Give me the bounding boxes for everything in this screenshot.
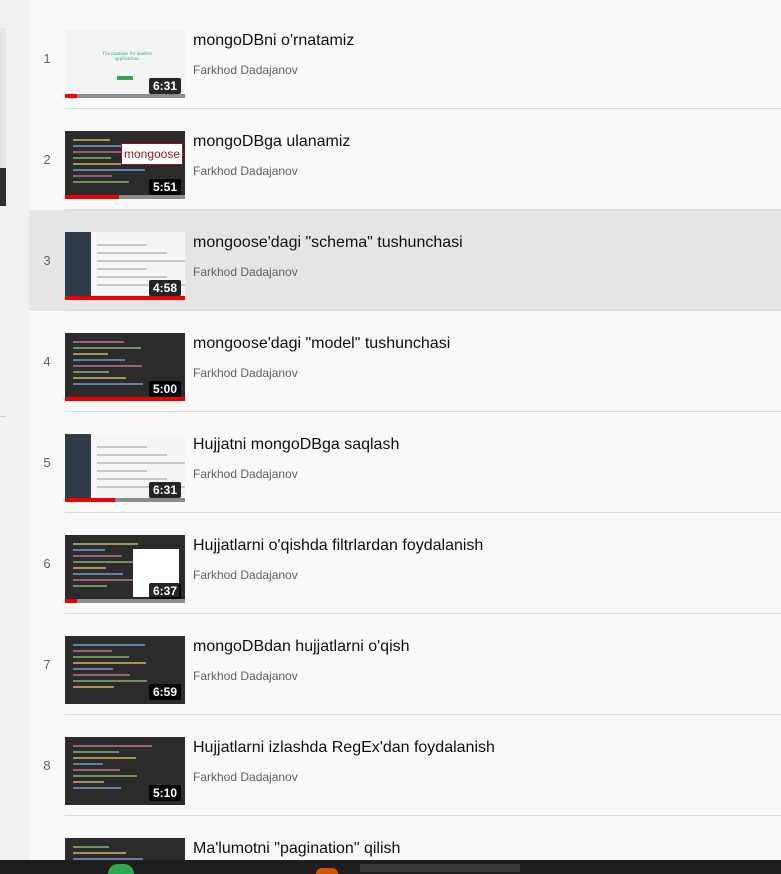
taskbar-app-icon[interactable]: [108, 864, 134, 874]
playlist-item[interactable]: 1 The database for modern applications 6:3…: [29, 8, 781, 109]
video-title[interactable]: Hujjatlarni izlashda RegEx'dan foydalani…: [193, 739, 495, 757]
video-thumbnail[interactable]: 6:37: [65, 535, 185, 603]
video-channel[interactable]: Farkhod Dadajanov: [193, 669, 298, 683]
video-thumbnail[interactable]: 5:10: [65, 737, 185, 805]
playlist-item[interactable]: 6 6:37 Hujjatlarni o'qishda filtrlardan fo…: [29, 513, 781, 614]
playlist-item[interactable]: 4 5:00 mongoose'dagi "model" tushunchasi Fa…: [29, 311, 781, 412]
taskbar-items[interactable]: [360, 864, 520, 872]
thumbnail-sidebar: [65, 434, 91, 502]
playlist-item-index: 5: [43, 455, 51, 470]
playlist-item[interactable]: 3 4:58 mongoose'dagi "schema" tushunchasi F…: [29, 210, 781, 311]
playlist-item-index: 1: [43, 51, 51, 66]
video-title[interactable]: Hujjatlarni o'qishda filtrlardan foydala…: [193, 537, 483, 555]
playlist-item-index: 6: [43, 556, 51, 571]
video-thumbnail[interactable]: 6:59: [65, 636, 185, 704]
video-duration: 5:00: [148, 381, 181, 397]
video-duration: 5:10: [148, 785, 181, 801]
video-channel[interactable]: Farkhod Dadajanov: [193, 366, 298, 380]
watch-progress-bar: [65, 397, 185, 401]
video-thumbnail[interactable]: 6:31: [65, 434, 185, 502]
video-duration: 6:31: [148, 78, 181, 94]
video-title[interactable]: mongoDBga ulanamiz: [193, 133, 350, 151]
video-channel[interactable]: Farkhod Dadajanov: [193, 164, 298, 178]
video-duration: 4:58: [148, 280, 181, 296]
playlist-item[interactable]: 2 mongoose 5:51 mongoDBga ulanamiz Farkhod D…: [29, 109, 781, 210]
watch-progress-bar: [65, 94, 185, 98]
video-channel[interactable]: Farkhod Dadajanov: [193, 568, 298, 582]
video-thumbnail[interactable]: The database for modern applications 6:31: [65, 30, 185, 98]
video-thumbnail[interactable]: [65, 838, 185, 860]
playlist-item-index: 7: [43, 657, 51, 672]
playlist-panel: 1 The database for modern applications 6:3…: [29, 8, 781, 860]
video-title[interactable]: Hujjatni mongoDBga saqlash: [193, 436, 399, 454]
video-duration: 6:31: [148, 482, 181, 498]
video-channel[interactable]: Farkhod Dadajanov: [193, 467, 298, 481]
video-thumbnail[interactable]: 4:58: [65, 232, 185, 300]
watch-progress-bar: [65, 498, 185, 502]
playlist-item-index: [29, 816, 65, 860]
playlist-item-index: 4: [43, 354, 51, 369]
video-title[interactable]: mongoDBni o'rnatamiz: [193, 32, 354, 50]
video-duration: 5:51: [148, 179, 181, 195]
video-title[interactable]: mongoose'dagi "schema" tushunchasi: [193, 234, 463, 252]
video-title[interactable]: mongoose'dagi "model" tushunchasi: [193, 335, 450, 353]
playlist-item[interactable]: 8 5:10 Hujjatlarni izlashda RegEx'dan foyd…: [29, 715, 781, 816]
video-thumbnail[interactable]: mongoose 5:51: [65, 131, 185, 199]
video-duration: 6:59: [148, 684, 181, 700]
video-channel[interactable]: Farkhod Dadajanov: [193, 265, 298, 279]
left-panel-dark-block: [0, 168, 6, 206]
video-title[interactable]: Ma'lumotni "pagination" qilish: [193, 840, 400, 858]
video-duration: 6:37: [148, 583, 181, 599]
playlist-item[interactable]: 7 6:59 mongoDBdan hujjatlarni o'qish Farkho…: [29, 614, 781, 715]
playlist-item-index: 3: [43, 253, 51, 268]
taskbar: [0, 860, 781, 874]
playlist-item[interactable]: 5 6:31 Hujjatni mongoDBga saqlash Farkhod D…: [29, 412, 781, 513]
taskbar-app-icon[interactable]: [316, 868, 338, 874]
watch-progress-bar: [65, 195, 185, 199]
video-title[interactable]: mongoDBdan hujjatlarni o'qish: [193, 638, 410, 656]
watch-progress-bar: [65, 296, 185, 300]
left-panel-divider: [0, 416, 6, 417]
watch-progress-bar: [65, 599, 185, 603]
video-thumbnail[interactable]: 5:00: [65, 333, 185, 401]
thumbnail-sidebar: [65, 232, 91, 300]
video-channel[interactable]: Farkhod Dadajanov: [193, 63, 298, 77]
playlist-top-edge: [29, 0, 781, 8]
playlist-item[interactable]: Ma'lumotni "pagination" qilish: [29, 816, 781, 860]
thumbnail-headline: The database for modern applications: [102, 52, 152, 62]
video-channel[interactable]: Farkhod Dadajanov: [193, 770, 298, 784]
mongoose-logo: mongoose: [121, 143, 183, 165]
playlist-item-index: 8: [43, 758, 51, 773]
playlist-item-index: 2: [43, 152, 51, 167]
